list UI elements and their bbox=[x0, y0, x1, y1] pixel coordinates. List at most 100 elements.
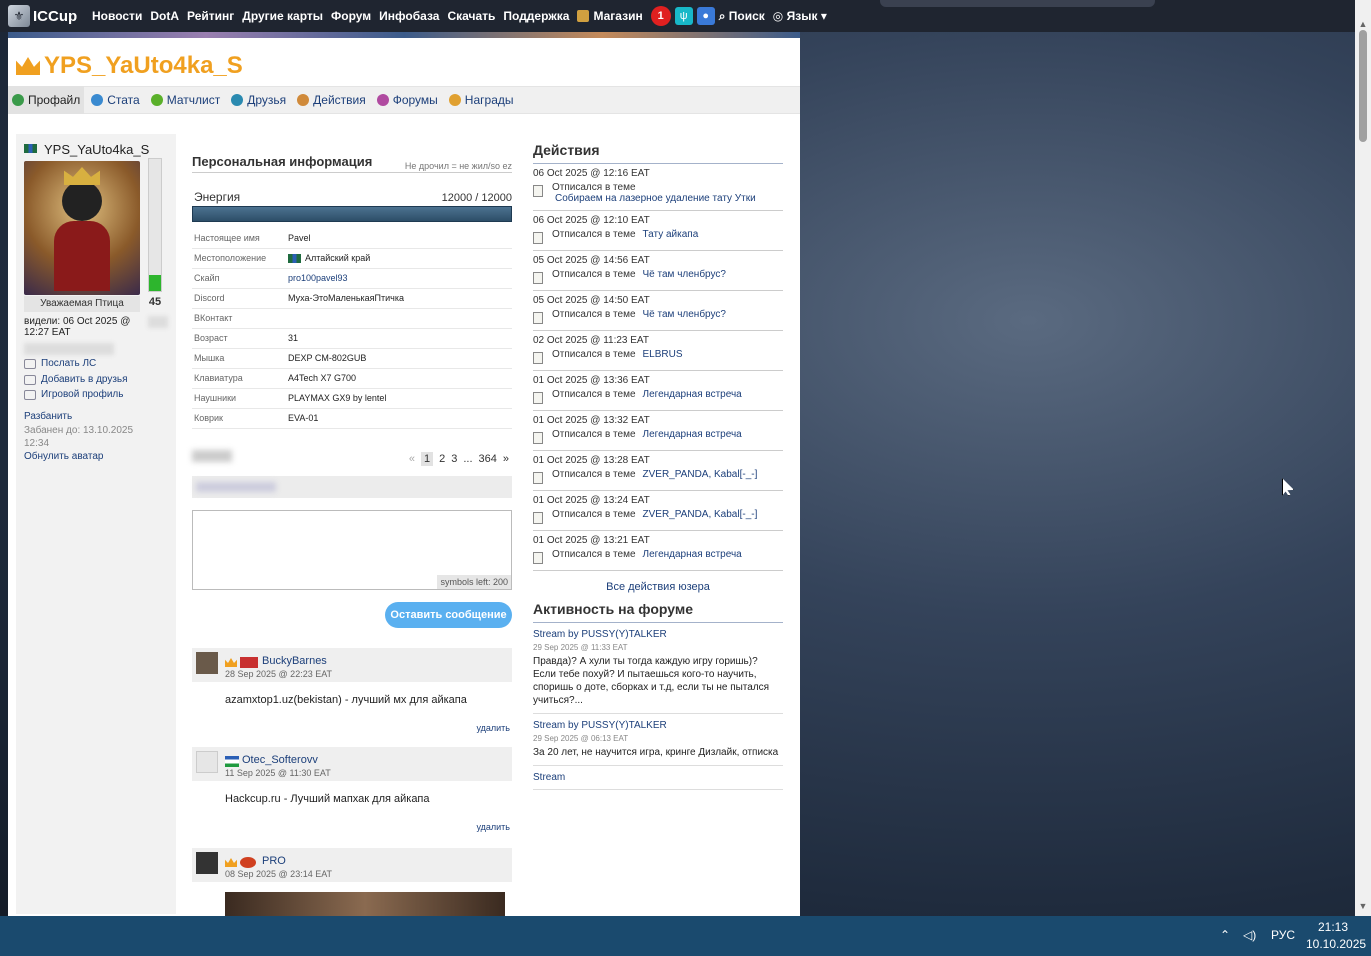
all-actions-link[interactable]: Все действия юзера bbox=[533, 571, 783, 601]
comment-author[interactable]: PRO bbox=[262, 855, 286, 867]
info-value: Муха-ЭтоМаленькаяПтичка bbox=[288, 288, 512, 309]
delete-link[interactable]: удалить bbox=[476, 822, 510, 832]
comment-image[interactable] bbox=[225, 892, 505, 918]
avatar[interactable] bbox=[196, 652, 218, 674]
action-date: 01 Oct 2025 @ 13:24 EAT bbox=[533, 495, 650, 506]
tab-friends[interactable]: Друзья bbox=[227, 86, 290, 114]
wall-message-input[interactable]: symbols left: 200 bbox=[192, 510, 512, 590]
link-label: Послать ЛС bbox=[41, 358, 97, 369]
action-label: Отписался в теме bbox=[552, 269, 636, 280]
action-topic-link[interactable]: ZVER_PANDA, Kabal[-_-] bbox=[643, 509, 758, 520]
actions-icon bbox=[297, 94, 310, 106]
action-topic-link[interactable]: ZVER_PANDA, Kabal[-_-] bbox=[643, 469, 758, 480]
nav-shop[interactable]: Магазин bbox=[577, 9, 643, 23]
clock-date[interactable]: 10.10.2025 bbox=[1306, 937, 1366, 951]
comment-author[interactable]: BuckyBarnes bbox=[262, 655, 327, 667]
forum-topic-link[interactable]: Stream by PUSSY(Y)TALKER bbox=[533, 629, 783, 640]
forum-topic-link[interactable]: Stream bbox=[533, 772, 783, 783]
action-topic-link[interactable]: Чё там членбрус? bbox=[643, 269, 726, 280]
volume-icon[interactable]: ◁) bbox=[1243, 928, 1256, 942]
tab-stats[interactable]: Стата bbox=[87, 86, 143, 114]
action-topic-link[interactable]: Легендарная встреча bbox=[643, 389, 742, 400]
clan-flag-icon bbox=[240, 657, 258, 668]
logo-text: ICCup bbox=[33, 7, 78, 25]
action-topic-link[interactable]: Чё там членбрус? bbox=[643, 309, 726, 320]
nav-language[interactable]: ◎ Язык ▾ bbox=[773, 9, 827, 23]
level-number: 45 bbox=[148, 296, 162, 308]
action-text: Отписался в теме Собираем на лазерное уда… bbox=[552, 182, 756, 204]
tab-actions[interactable]: Действия bbox=[293, 86, 370, 114]
energy-label: Энергия bbox=[194, 190, 241, 204]
chevron-up-icon[interactable]: ⌃ bbox=[1220, 928, 1230, 942]
notification-badge[interactable]: 1 bbox=[650, 6, 671, 26]
skype-link[interactable]: pro100pavel93 bbox=[288, 268, 512, 289]
unban-link[interactable]: Разбанить bbox=[24, 411, 72, 422]
nav-dota[interactable]: DotA bbox=[150, 9, 179, 23]
pager-page[interactable]: 1 bbox=[420, 452, 434, 466]
send-pm-link[interactable]: Послать ЛС bbox=[24, 358, 96, 369]
crown-icon bbox=[225, 858, 237, 867]
add-friend-link[interactable]: Добавить в друзья bbox=[24, 374, 128, 385]
action-row: Отписался в теме Легендарная встреча bbox=[533, 549, 783, 564]
pager-page[interactable]: 364 bbox=[479, 453, 497, 465]
delete-link[interactable]: удалить bbox=[476, 723, 510, 733]
scroll-down-arrow-icon[interactable]: ▼ bbox=[1355, 898, 1371, 914]
info-value: 31 bbox=[288, 328, 512, 349]
shop-label: Магазин bbox=[593, 9, 643, 23]
blurred-text bbox=[148, 316, 168, 328]
post-message-button[interactable]: Оставить сообщение bbox=[385, 602, 512, 628]
forum-post-date: 29 Sep 2025 @ 11:33 EAT bbox=[533, 643, 628, 652]
action-topic-link[interactable]: Легендарная встреча bbox=[643, 429, 742, 440]
user-icon[interactable]: ● bbox=[696, 7, 715, 25]
comment-header: BuckyBarnes 28 Sep 2025 @ 22:23 EAT bbox=[192, 648, 512, 682]
action-topic-link[interactable]: ELBRUS bbox=[643, 349, 683, 360]
forum-topic-link[interactable]: Stream by PUSSY(Y)TALKER bbox=[533, 720, 783, 731]
tab-matchlist[interactable]: Матчлист bbox=[147, 86, 225, 114]
nav-infobase[interactable]: Инфобаза bbox=[379, 9, 439, 23]
country-flag-icon bbox=[24, 144, 37, 153]
divider bbox=[533, 163, 783, 164]
site-logo[interactable]: ⚜ ICCup bbox=[8, 0, 92, 32]
info-key: Коврик bbox=[192, 408, 288, 429]
scroll-thumb[interactable] bbox=[1359, 30, 1367, 142]
action-topic-link[interactable]: Тату айкапа bbox=[643, 229, 699, 240]
nav-support[interactable]: Поддержка bbox=[503, 9, 569, 23]
nav-download[interactable]: Скачать bbox=[447, 9, 495, 23]
pager-next[interactable]: » bbox=[503, 453, 509, 465]
nav-forum[interactable]: Форум bbox=[331, 9, 371, 23]
nav-news[interactable]: Новости bbox=[92, 9, 142, 23]
action-topic-link[interactable]: Легендарная встреча bbox=[643, 549, 742, 560]
document-icon bbox=[533, 352, 543, 364]
info-key: Скайп bbox=[192, 268, 288, 289]
comment-header: Otec_Softerovv 11 Sep 2025 @ 11:30 EAT bbox=[192, 747, 512, 781]
pager-page[interactable]: 2 bbox=[439, 453, 445, 465]
clock-time[interactable]: 21:13 bbox=[1318, 920, 1348, 934]
avatar[interactable] bbox=[196, 751, 218, 773]
page-scrollbar[interactable]: ▲ ▼ bbox=[1355, 0, 1371, 916]
nav-rating[interactable]: Рейтинг bbox=[187, 9, 234, 23]
game-profile-link[interactable]: Игровой профиль bbox=[24, 389, 123, 400]
tab-forums[interactable]: Форумы bbox=[373, 86, 442, 114]
pager-page[interactable]: 3 bbox=[451, 453, 457, 465]
rank-title: Уважаемая Птица bbox=[24, 296, 140, 312]
avatar[interactable] bbox=[196, 852, 218, 874]
section-title: Персональная информация bbox=[192, 154, 373, 169]
action-item: 02 Oct 2025 @ 11:23 EAT Отписался в теме E… bbox=[533, 331, 783, 371]
action-text: Отписался в теме Чё там членбрус? bbox=[552, 309, 726, 320]
keyboard-language[interactable]: РУС bbox=[1271, 928, 1295, 942]
action-date: 01 Oct 2025 @ 13:32 EAT bbox=[533, 415, 650, 426]
tab-profile[interactable]: Профайл bbox=[8, 86, 85, 114]
action-label: Отписался в теме bbox=[552, 389, 636, 400]
info-key: Клавиатура bbox=[192, 368, 288, 389]
forum-post-date: 29 Sep 2025 @ 06:13 EAT bbox=[533, 734, 629, 743]
pager-prev[interactable]: « bbox=[409, 453, 415, 465]
tab-awards[interactable]: Награды bbox=[445, 86, 518, 114]
add-user-icon bbox=[24, 374, 36, 385]
nav-search[interactable]: ⌕ Поиск bbox=[719, 9, 765, 24]
tab-label: Матчлист bbox=[166, 93, 221, 107]
action-topic-link[interactable]: Собираем на лазерное удаление тату Утки bbox=[555, 193, 756, 204]
comment-author[interactable]: Otec_Softerovv bbox=[242, 754, 318, 766]
reset-avatar-link[interactable]: Обнулить аватар bbox=[24, 451, 104, 462]
trident-icon[interactable]: ψ bbox=[674, 7, 693, 25]
nav-other-maps[interactable]: Другие карты bbox=[242, 9, 323, 23]
